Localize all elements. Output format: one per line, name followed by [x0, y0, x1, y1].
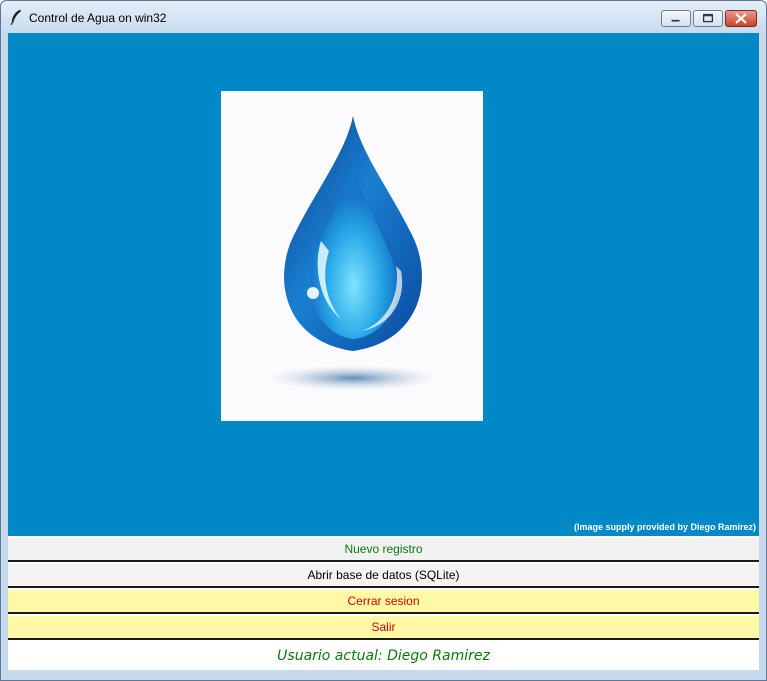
salir-button[interactable]: Salir [8, 616, 759, 640]
abrir-base-datos-button[interactable]: Abrir base de datos (SQLite) [8, 564, 759, 588]
image-credit: (Image supply provided by Diego Ramirez) [573, 522, 756, 532]
nuevo-registro-button[interactable]: Nuevo registro [8, 538, 759, 562]
maximize-icon [702, 13, 714, 23]
minimize-button[interactable] [661, 10, 691, 27]
maximize-button[interactable] [693, 10, 723, 27]
minimize-icon [671, 19, 680, 22]
client-area: (Image supply provided by Diego Ramirez)… [8, 33, 759, 670]
current-user-label: Usuario actual: Diego Ramirez [8, 642, 759, 670]
window-title: Control de Agua on win32 [29, 11, 167, 25]
title-bar[interactable]: Control de Agua on win32 [1, 1, 766, 33]
water-drop-icon [265, 116, 441, 391]
app-window: Control de Agua on win32 (Image supply p… [0, 0, 767, 681]
close-button[interactable] [725, 10, 757, 27]
image-canvas: (Image supply provided by Diego Ramirez) [8, 33, 759, 536]
water-drop-image [221, 91, 483, 421]
close-icon [735, 13, 747, 24]
cerrar-sesion-button[interactable]: Cerrar sesion [8, 590, 759, 614]
feather-icon [9, 9, 23, 26]
